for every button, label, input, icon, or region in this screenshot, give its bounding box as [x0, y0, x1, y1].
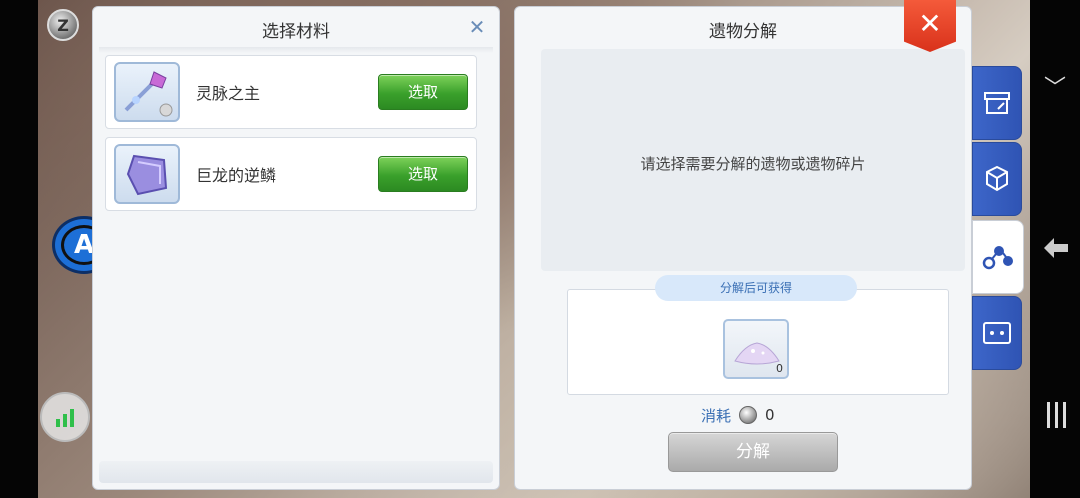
material-item: 巨龙的逆鳞 选取 [105, 137, 477, 211]
tab-cubes[interactable] [972, 142, 1022, 216]
panel-title: 选择材料 [262, 22, 330, 42]
signal-bar-icon [63, 414, 67, 427]
material-name: 巨龙的逆鳞 [196, 166, 277, 185]
shop-icon [984, 92, 1010, 114]
dragon-scale-icon [114, 144, 180, 204]
menu-bar [1062, 402, 1066, 428]
menu-bar [1054, 402, 1058, 428]
decompose-button[interactable]: 分解 [668, 432, 838, 472]
molecule-icon [982, 246, 1013, 270]
dust-item-slot[interactable]: 0 [723, 319, 789, 379]
tab-decompose[interactable] [972, 220, 1024, 294]
close-button[interactable]: ✕ [904, 0, 956, 52]
cubes-icon [986, 165, 1008, 192]
cost-value: 0 [765, 406, 775, 424]
signal-bar-icon [70, 409, 74, 427]
signal-button[interactable] [40, 392, 90, 442]
recent-apps-icon[interactable] [1043, 402, 1069, 430]
panel-footer [99, 461, 493, 483]
material-item: 灵脉之主 选取 [105, 55, 477, 129]
close-icon: ✕ [918, 7, 942, 40]
result-label: 分解后可获得 [655, 275, 857, 301]
select-material-panel: 选择材料 ✕ 灵脉之主 选取 巨龙的逆鳞 选取 [92, 6, 500, 490]
zeny-coin-icon [739, 406, 758, 424]
back-arrow-icon[interactable] [1040, 232, 1072, 264]
relic-decompose-panel: 遗物分解 请选择需要分解的遗物或遗物碎片 分解后可获得 0 消耗 0 分解 [514, 6, 972, 490]
tab-id-frame[interactable] [972, 296, 1022, 370]
cost-label: 消耗 [701, 406, 732, 425]
left-edge [0, 0, 38, 498]
hint-text: 请选择需要分解的遗物或遗物碎片 [640, 155, 866, 173]
tab-shop[interactable] [972, 66, 1022, 140]
select-button[interactable]: 选取 [378, 156, 468, 192]
menu-bar [1046, 402, 1050, 428]
chevron-down-icon[interactable]: ﹀ [1040, 70, 1070, 101]
cost-row: 消耗 0 [701, 405, 775, 425]
z-coin-icon[interactable]: Z [47, 9, 79, 41]
z-coin-letter: Z [57, 15, 69, 35]
close-icon[interactable]: ✕ [467, 17, 487, 37]
material-name: 灵脉之主 [196, 84, 261, 103]
panel-title: 遗物分解 [709, 22, 777, 42]
item-count: 0 [776, 362, 783, 375]
crystal-staff-icon [114, 62, 180, 122]
relic-drop-area[interactable]: 请选择需要分解的遗物或遗物碎片 [541, 49, 965, 271]
signal-bar-icon [56, 419, 60, 427]
select-button[interactable]: 选取 [378, 74, 468, 110]
id-frame-icon [983, 322, 1011, 344]
divider [99, 47, 493, 53]
